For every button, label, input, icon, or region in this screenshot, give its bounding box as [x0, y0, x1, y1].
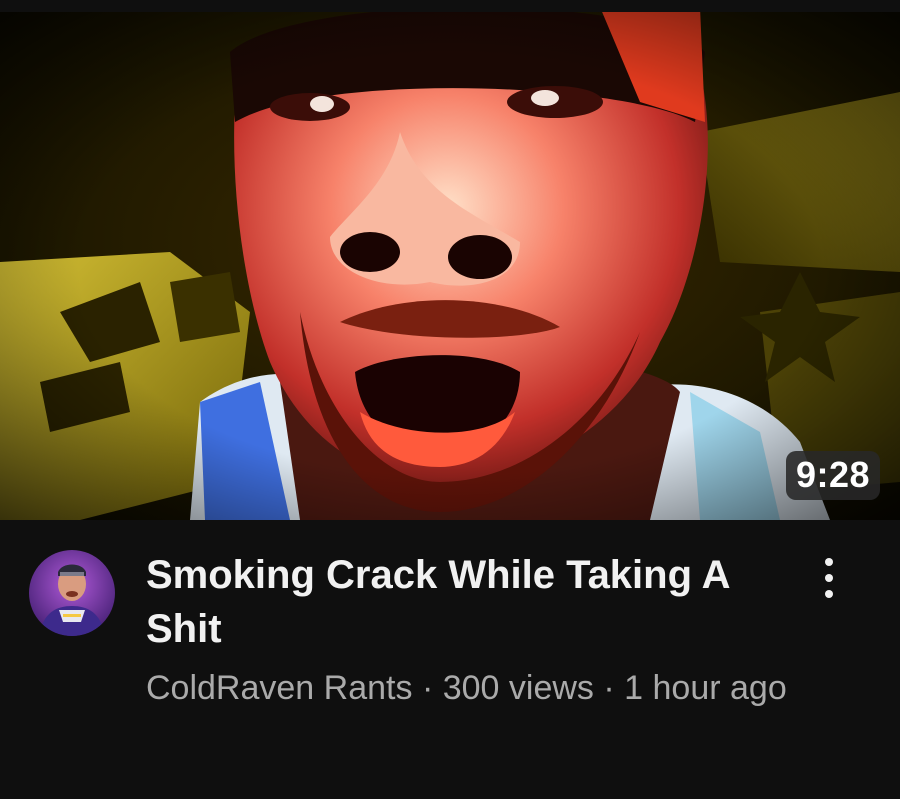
upload-age: 1 hour ago — [624, 669, 787, 707]
more-options-button[interactable] — [808, 552, 852, 616]
separator-dot: · — [421, 669, 434, 707]
video-card[interactable]: 9:28 Smoking Crack While Taking A Shit C… — [0, 0, 900, 799]
channel-avatar-image — [29, 550, 115, 636]
channel-avatar[interactable] — [29, 550, 115, 636]
video-subline: ColdRaven Rants · 300 views · 1 hour ago — [146, 664, 796, 712]
duration-badge: 9:28 — [785, 451, 880, 500]
channel-name[interactable]: ColdRaven Rants — [146, 669, 412, 707]
view-count: 300 views — [442, 669, 594, 707]
thumbnail-image — [0, 12, 900, 520]
video-meta: Smoking Crack While Taking A Shit ColdRa… — [146, 548, 796, 712]
separator-dot: · — [603, 669, 615, 707]
video-thumbnail[interactable]: 9:28 — [0, 12, 900, 520]
video-details: Smoking Crack While Taking A Shit ColdRa… — [0, 520, 900, 799]
video-title[interactable]: Smoking Crack While Taking A Shit — [146, 548, 796, 656]
